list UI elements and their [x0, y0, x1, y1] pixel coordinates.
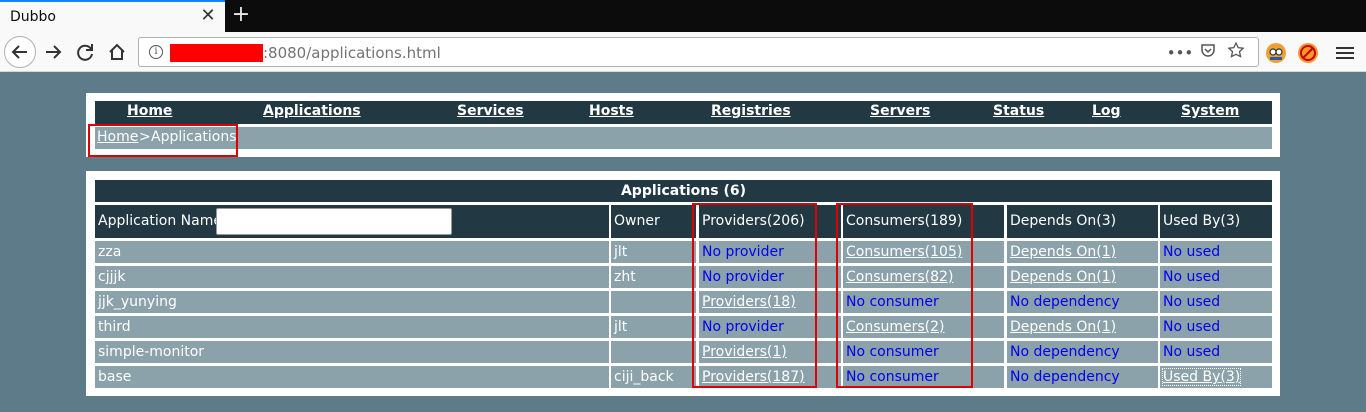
table-row-name: simple-monitor	[95, 341, 609, 363]
menu-registries[interactable]: Registries	[711, 103, 791, 119]
table-row-name: cjjjk	[95, 266, 609, 288]
pocket-icon[interactable]	[1194, 42, 1222, 62]
table-row-used-by: No used	[1160, 316, 1272, 338]
menu-services[interactable]: Services	[457, 103, 524, 119]
table-row-used-by: No used	[1160, 266, 1272, 288]
reload-icon	[77, 44, 93, 61]
forward-button[interactable]	[38, 37, 68, 67]
depends-on-link[interactable]: Depends On(1)	[1010, 319, 1116, 335]
url-text[interactable]: :8080/applications.html	[263, 44, 441, 62]
table-row-owner: jlt	[611, 241, 696, 263]
blocker-extension-icon[interactable]	[1298, 43, 1318, 63]
table-row-used-by: No used	[1160, 291, 1272, 313]
table-row-depends-cell: Depends On(1)	[1007, 266, 1158, 288]
tab-title: Dubbo	[10, 9, 56, 25]
close-icon[interactable]: ✕	[199, 7, 217, 25]
header-owner: Owner	[611, 205, 696, 238]
breadcrumb: Home > Applications	[95, 127, 1272, 149]
table-row-name: base	[95, 366, 609, 388]
table-title: Applications (6)	[95, 180, 1272, 202]
table-row-depends: No dependency	[1007, 291, 1158, 313]
table-row-depends: No dependency	[1007, 341, 1158, 363]
menu-status[interactable]: Status	[993, 103, 1044, 119]
url-bar[interactable]: i :8080/applications.html •••	[138, 37, 1259, 67]
reload-button[interactable]	[70, 37, 100, 67]
tab-bar: Dubbo ✕ +	[0, 0, 1366, 32]
header-used-by: Used By(3)	[1160, 205, 1272, 238]
info-icon[interactable]: i	[149, 45, 163, 59]
back-arrow-icon	[11, 45, 27, 59]
more-actions-icon[interactable]: •••	[1166, 44, 1194, 62]
menu-applications[interactable]: Applications	[263, 103, 361, 119]
table-row-owner: ciji_back	[611, 366, 696, 388]
home-icon	[109, 43, 125, 60]
annotation-box-breadcrumb	[88, 124, 238, 157]
table-row-name: third	[95, 316, 609, 338]
menu-hosts[interactable]: Hosts	[589, 103, 634, 119]
table-row-used-by-cell: Used By(3)	[1160, 366, 1272, 388]
navigation-toolbar: i :8080/applications.html •••	[0, 32, 1366, 72]
application-search-input[interactable]	[216, 208, 452, 235]
table-row-depends-cell: Depends On(1)	[1007, 241, 1158, 263]
used-by-link[interactable]: Used By(3)	[1161, 368, 1242, 386]
hamburger-menu-icon[interactable]	[1336, 44, 1354, 60]
table-row-owner	[611, 291, 696, 313]
menu-log[interactable]: Log	[1092, 103, 1121, 119]
home-button[interactable]	[102, 37, 132, 67]
table-row-used-by: No used	[1160, 241, 1272, 263]
header-depends-on: Depends On(3)	[1007, 205, 1158, 238]
forward-arrow-icon	[46, 45, 62, 59]
depends-on-link[interactable]: Depends On(1)	[1010, 244, 1116, 260]
table-row-name: zza	[95, 241, 609, 263]
browser-tab[interactable]: Dubbo ✕	[0, 0, 225, 32]
annotation-box-providers	[692, 203, 817, 388]
table-row-owner: zht	[611, 266, 696, 288]
main-menu: Home Applications Services Hosts Registr…	[95, 101, 1272, 124]
table-row-used-by: No used	[1160, 341, 1272, 363]
table-row-name: jjk_yunying	[95, 291, 609, 313]
menu-home[interactable]: Home	[127, 103, 172, 119]
table-row-owner: jlt	[611, 316, 696, 338]
table-row-depends: No dependency	[1007, 366, 1158, 388]
annotation-box-consumers	[836, 203, 973, 388]
menu-system[interactable]: System	[1181, 103, 1239, 119]
star-icon[interactable]	[1222, 41, 1250, 62]
menu-servers[interactable]: Servers	[870, 103, 930, 119]
table-row-depends-cell: Depends On(1)	[1007, 316, 1158, 338]
depends-on-link[interactable]: Depends On(1)	[1010, 269, 1116, 285]
back-button[interactable]	[4, 36, 36, 68]
url-actions: •••	[1166, 41, 1250, 64]
new-tab-button[interactable]: +	[230, 2, 252, 28]
extension-icon[interactable]	[1266, 43, 1286, 63]
redacted-host	[170, 44, 263, 62]
table-row-owner	[611, 341, 696, 363]
